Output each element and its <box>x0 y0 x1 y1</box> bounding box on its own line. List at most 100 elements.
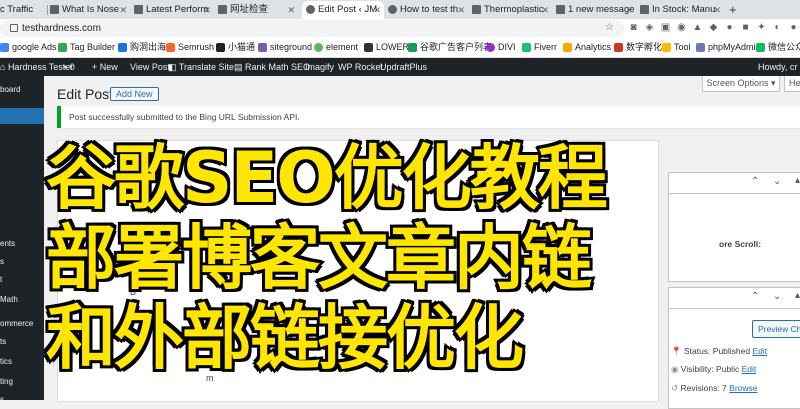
sidebar-item-posts[interactable] <box>0 108 44 124</box>
collapse-icon[interactable]: ▴ <box>795 290 800 301</box>
extension-icon[interactable]: ■ <box>740 22 751 33</box>
preview-changes-button[interactable]: Preview Chan <box>752 320 800 338</box>
browser-tab[interactable]: Thermoplastic ✕ <box>472 1 552 19</box>
edit-visibility-link[interactable]: Edit <box>742 364 757 374</box>
bookmark-item[interactable]: 微信公众 <box>756 38 800 57</box>
bookmark-item[interactable]: LOWER <box>364 38 409 57</box>
close-icon[interactable]: ✕ <box>625 1 633 19</box>
browser-tab[interactable]: 网址检查 ✕ <box>218 1 298 19</box>
browser-tab[interactable]: 1 new message ✕ <box>556 1 636 19</box>
close-icon[interactable]: ✕ <box>541 1 549 19</box>
imagify-link[interactable]: Imagify <box>305 58 334 76</box>
bookmark-item[interactable]: Semrush <box>166 38 214 57</box>
howdy-user-link[interactable]: Howdy, cr <box>758 58 797 76</box>
close-icon[interactable]: ✕ <box>203 1 211 19</box>
extension-icon[interactable]: ◆ <box>708 22 719 33</box>
browser-tab[interactable]: In Stock: Manu ✕ <box>640 1 724 19</box>
puzzle-icon[interactable]: ✦ <box>756 22 767 33</box>
phpmyadmin-icon <box>696 43 705 53</box>
sidebar-item-rank-math[interactable]: Math <box>0 292 44 308</box>
comments-link[interactable]: ▪ 0 <box>64 58 75 76</box>
bookmark-item[interactable]: 购洞出海 <box>118 38 166 57</box>
site-favicon-icon <box>640 4 649 14</box>
url-field[interactable]: testhardness.com <box>0 20 624 37</box>
bookmark-item[interactable]: element <box>314 38 358 57</box>
post-editor[interactable]: B m <box>57 140 659 402</box>
rank-math-icon: ▤ <box>234 62 246 72</box>
browser-tab[interactable]: How to test th ✕ <box>388 1 468 19</box>
close-icon[interactable]: ✕ <box>287 1 295 19</box>
move-up-icon[interactable]: ⌃ <box>751 291 759 302</box>
sidebar-item[interactable]: t <box>0 272 44 288</box>
bookmark-item[interactable]: Tool <box>662 38 691 57</box>
close-icon[interactable]: ✕ <box>457 1 465 19</box>
bookmark-item[interactable]: 数字孵化 <box>614 38 662 57</box>
close-icon[interactable]: ✕ <box>119 1 127 19</box>
extension-icon[interactable]: ◐ <box>772 22 783 33</box>
bookmark-item[interactable]: siteground <box>258 38 312 57</box>
bookmark-item[interactable]: Tag Builder <box>58 38 115 57</box>
address-bar-row: testhardness.com ☆ ◙ ◈ ▣ ◉ ▲ ◆ ● ■ ✦ ◐ ● <box>0 19 800 38</box>
bookmark-item[interactable]: DIVI <box>486 38 516 57</box>
help-button[interactable]: He <box>784 76 800 92</box>
sidebar-item-woocommerce[interactable]: ommerce <box>0 316 44 332</box>
translate-site-link[interactable]: ◧ Translate Site <box>168 58 234 76</box>
extension-icon[interactable]: ◈ <box>644 22 655 33</box>
sidebar-item-dashboard[interactable]: board <box>0 82 44 98</box>
browser-tab[interactable]: What Is Nose ✕ <box>50 1 130 19</box>
close-icon[interactable]: ✕ <box>713 1 721 19</box>
star-icon[interactable]: ☆ <box>604 22 615 33</box>
leaf-icon <box>314 43 323 53</box>
extension-icon[interactable]: ◉ <box>676 22 687 33</box>
profile-icon[interactable]: ● <box>788 22 799 33</box>
bookmark-item[interactable]: Analytics <box>563 38 611 57</box>
bold-button[interactable]: B <box>130 287 136 297</box>
browse-revisions-link[interactable]: Browse <box>729 383 757 393</box>
sidebar-item[interactable]: s <box>0 254 44 270</box>
tag-icon <box>58 43 67 53</box>
new-tab-button[interactable]: + <box>729 0 737 19</box>
browser-tab-active[interactable]: Edit Post ‹ JM ✕ <box>302 1 384 19</box>
edit-status-link[interactable]: Edit <box>752 346 767 356</box>
mail-icon <box>556 4 565 14</box>
site-favicon-icon <box>614 43 623 53</box>
bookmark-item[interactable]: 小猫通 <box>216 38 255 57</box>
add-new-button[interactable]: Add New <box>110 87 159 101</box>
extension-icon[interactable]: ▲ <box>692 22 703 33</box>
extension-icon[interactable]: ▣ <box>660 22 671 33</box>
screen-options-button[interactable]: Screen Options ▾ <box>702 76 780 92</box>
sidebar-item-analytics[interactable]: tics <box>0 354 44 370</box>
updraftplus-link[interactable]: UpdraftPlus <box>380 58 427 76</box>
sidebar-item[interactable]: ents <box>0 236 44 252</box>
sidebar-item-products[interactable]: ts <box>0 334 44 350</box>
google-ads-icon <box>0 43 9 53</box>
move-down-icon[interactable]: ⌄ <box>773 291 781 302</box>
status-row: 📍 Status: Published Edit <box>671 346 768 356</box>
camera-icon[interactable]: ◙ <box>628 22 639 33</box>
site-favicon-icon <box>118 43 127 53</box>
tab-separator <box>47 5 48 15</box>
wordpress-icon <box>306 4 315 14</box>
extension-icon[interactable]: ● <box>724 22 735 33</box>
panel-header: ⌃ ⌄ ▴ <box>669 173 800 194</box>
site-name-link[interactable]: ⌂ Hardness Tester <box>0 58 73 76</box>
view-post-link[interactable]: View Post <box>130 58 170 76</box>
wp-admin-bar: ⌂ Hardness Tester ▪ 0 + New View Post ◧ … <box>0 58 800 76</box>
collapse-icon[interactable]: ▴ <box>795 175 800 186</box>
site-favicon-icon <box>50 4 59 14</box>
close-icon[interactable]: ✕ <box>373 1 381 19</box>
bookmark-item[interactable]: google Ads <box>0 38 57 57</box>
browser-tab[interactable]: Latest Perform ✕ <box>134 1 214 19</box>
site-favicon-icon <box>364 43 373 53</box>
move-up-icon[interactable]: ⌃ <box>751 176 759 187</box>
bookmark-item[interactable]: phpMyAdmin <box>696 38 761 57</box>
new-content-link[interactable]: + New <box>92 58 118 76</box>
wp-rocket-link[interactable]: WP Rocket <box>338 58 383 76</box>
rank-math-link[interactable]: ▤ Rank Math SEO <box>234 58 310 76</box>
sidebar-item-marketing[interactable]: ting <box>0 374 44 390</box>
sidebar-item[interactable]: s <box>0 392 44 408</box>
browser-tab[interactable]: c Traffic <box>0 1 45 19</box>
bookmark-item[interactable]: Fiverr <box>522 38 557 57</box>
bookmark-item[interactable]: 谷歌广告客户列表 <box>408 38 492 57</box>
move-down-icon[interactable]: ⌄ <box>773 176 781 187</box>
